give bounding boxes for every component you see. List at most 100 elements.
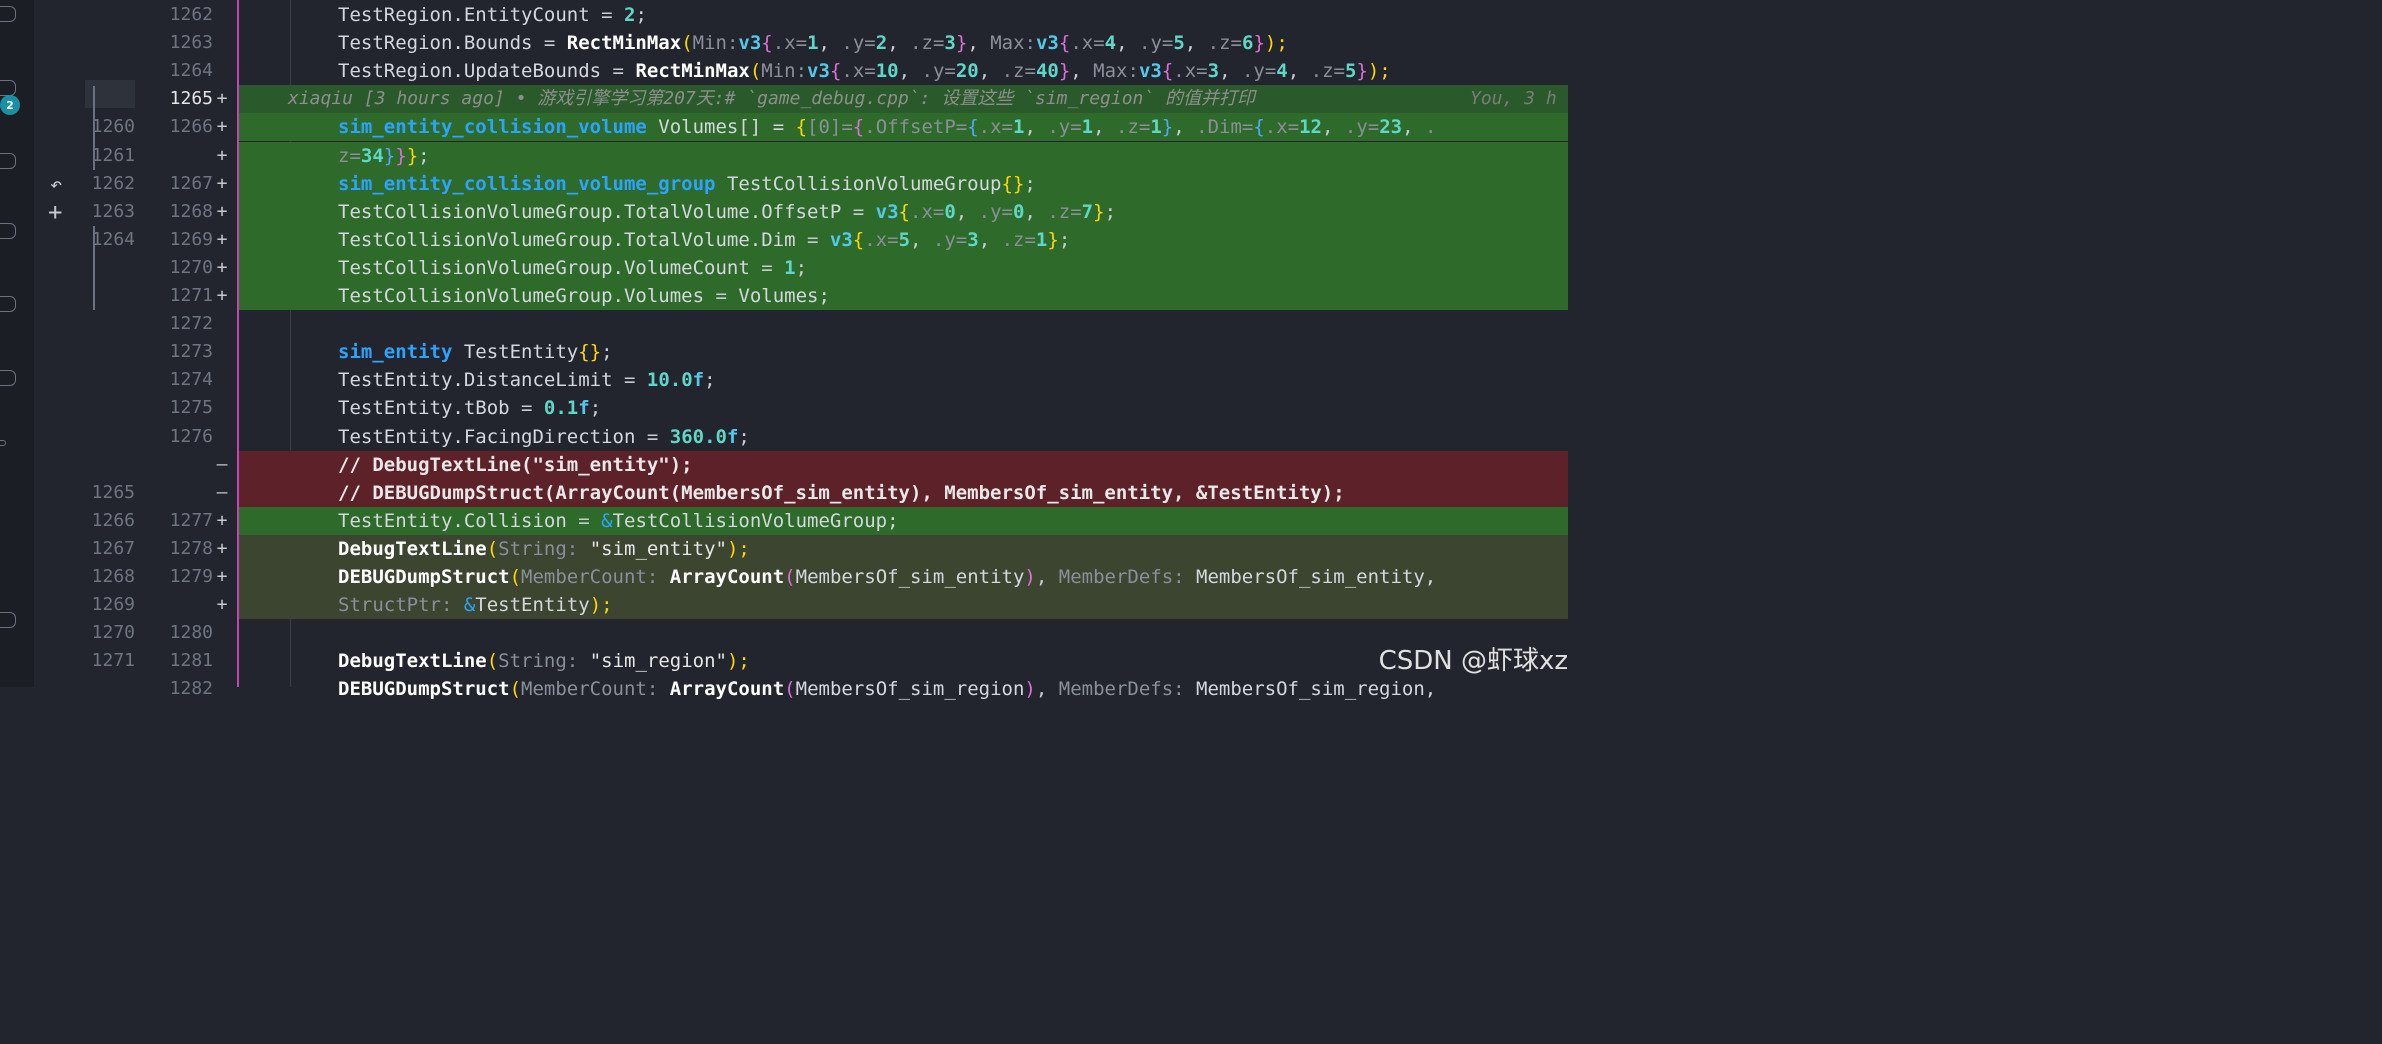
code-line[interactable]: — // DebugTextLine("sim_entity"); xyxy=(0,450,1568,479)
old-line-number: 1261 xyxy=(91,144,135,166)
code-token: 2 xyxy=(624,4,636,26)
code-token: v3 xyxy=(1138,60,1162,83)
code-token: { xyxy=(761,32,773,55)
old-line-number: 1269 xyxy=(91,594,135,616)
code-text[interactable]: sim_entity_collision_volume_group TestCo… xyxy=(338,170,1036,198)
code-line[interactable]: 1266 1277 + TestEntity.Collision = &TestCol… xyxy=(0,506,1568,535)
code-line[interactable]: 1262 TestRegion.EntityCount = 2; xyxy=(0,1,1568,29)
code-token: .z= xyxy=(1047,200,1082,223)
code-text[interactable]: TestEntity.DistanceLimit = 10.0f; xyxy=(338,366,716,394)
code-token: = xyxy=(704,285,739,307)
code-line[interactable]: 1274 TestEntity.DistanceLimit = 10.0f; xyxy=(0,366,1568,394)
code-text[interactable]: StructPtr: &TestEntity); xyxy=(338,591,613,619)
code-text[interactable]: TestCollisionVolumeGroup.VolumeCount = 1… xyxy=(338,254,807,282)
code-token: sim_entity_collision_volume_group xyxy=(338,172,716,195)
code-token: , xyxy=(898,60,922,83)
code-token: 40 xyxy=(1035,60,1059,83)
code-text[interactable]: DebugTextLine(String: "sim_region"); xyxy=(338,647,750,675)
diff-marker: + xyxy=(216,566,228,587)
code-token: , xyxy=(1024,200,1048,223)
code-token: { xyxy=(967,116,979,139)
line-background xyxy=(238,619,1568,647)
code-token: ( xyxy=(784,566,796,588)
code-token: f xyxy=(578,397,590,420)
code-token: ) xyxy=(1024,678,1036,701)
code-text[interactable]: sim_entity_collision_volume Volumes[] = … xyxy=(338,113,1436,141)
code-line[interactable]: 1265 + xiaqiu [3 hours ago] • 游戏引擎学习第207天:… xyxy=(0,85,1568,114)
code-text[interactable]: TestRegion.UpdateBounds = RectMinMax(Min… xyxy=(338,57,1391,85)
code-token: MembersOf_sim_entity xyxy=(795,566,1025,588)
code-token: ( xyxy=(681,32,693,55)
code-token: v3 xyxy=(807,60,830,83)
code-token: String: xyxy=(498,650,579,673)
code-line[interactable]: 1276 TestEntity.FacingDirection = 360.0f; xyxy=(0,423,1568,451)
code-token: & xyxy=(463,594,476,617)
code-token: } xyxy=(955,32,968,55)
code-line[interactable]: 1271 + TestCollisionVolumeGroup.Volumes = … xyxy=(0,282,1568,311)
code-text[interactable]: sim_entity TestEntity{}; xyxy=(338,338,613,366)
code-token: ; xyxy=(795,256,808,279)
code-line[interactable]: 1265 — // DEBUGDumpStruct(ArrayCount(Membe… xyxy=(0,478,1568,507)
code-text[interactable]: z=34}}}; xyxy=(338,142,430,170)
code-line[interactable]: 1261 + z=34}}}; xyxy=(0,141,1568,170)
code-line[interactable]: 1273 sim_entity TestEntity{}; xyxy=(0,338,1568,366)
code-token: .z= xyxy=(1001,228,1036,251)
code-token: = xyxy=(635,425,670,448)
code-line[interactable]: 1262 1267 + sim_entity_collision_volume_gro… xyxy=(0,169,1568,198)
code-token: , xyxy=(1184,32,1208,55)
code-text[interactable]: // DEBUGDumpStruct(ArrayCount(MembersOf_… xyxy=(338,479,1345,507)
code-token: 1 xyxy=(1150,116,1162,139)
code-token: = xyxy=(749,256,785,279)
code-text[interactable]: DebugTextLine(String: "sim_entity"); xyxy=(338,535,750,563)
code-text[interactable]: // DebugTextLine("sim_entity"); xyxy=(338,451,693,479)
code-token: MembersOf_sim_region, xyxy=(1184,678,1437,701)
code-token: Min: xyxy=(761,60,808,83)
code-text[interactable]: TestEntity.Collision = &TestCollisionVol… xyxy=(338,507,899,535)
diff-gutter-bar xyxy=(237,0,239,687)
code-line[interactable]: 1282 DEBUGDumpStruct(MemberCount: ArrayCo… xyxy=(0,675,1568,703)
code-text[interactable]: TestRegion.Bounds = RectMinMax(Min:v3{.x… xyxy=(338,29,1288,57)
code-text[interactable]: TestCollisionVolumeGroup.Volumes = Volum… xyxy=(338,282,830,310)
code-line[interactable]: 1271 1281 DebugTextLine(String: "sim_regio… xyxy=(0,647,1568,675)
code-token: .y= xyxy=(841,32,876,55)
code-line[interactable]: 1264 1269 + TestCollisionVolumeGroup.TotalV… xyxy=(0,225,1568,254)
code-token: ) xyxy=(1024,566,1036,588)
code-token: .x= xyxy=(1264,116,1300,139)
code-token: .z= xyxy=(1310,60,1345,83)
code-token: .y= xyxy=(1139,32,1174,55)
code-text[interactable]: TestCollisionVolumeGroup.TotalVolume.Off… xyxy=(338,198,1116,226)
code-line[interactable]: 1267 1278 + DebugTextLine(String: "sim_enti… xyxy=(0,534,1568,563)
diff-marker: + xyxy=(216,144,228,166)
code-token: 360.0 xyxy=(669,425,727,448)
code-line[interactable]: 1263 1268 + TestCollisionVolumeGroup.TotalV… xyxy=(0,197,1568,226)
code-text[interactable]: TestEntity.tBob = 0.1f; xyxy=(338,394,601,422)
code-token: , xyxy=(818,32,842,55)
code-token: 5 xyxy=(1344,60,1357,83)
code-text[interactable]: TestCollisionVolumeGroup.TotalVolume.Dim… xyxy=(338,226,1070,254)
code-line[interactable]: 1264 TestRegion.UpdateBounds = RectMinMax… xyxy=(0,57,1568,85)
code-token: Max: xyxy=(990,32,1036,55)
code-line[interactable]: 1269 + StructPtr: &TestEntity); xyxy=(0,591,1568,620)
code-line[interactable]: 1275 TestEntity.tBob = 0.1f; xyxy=(0,394,1568,422)
new-line-number: 1269 xyxy=(169,228,213,250)
code-text[interactable]: DEBUGDumpStruct(MemberCount: ArrayCount(… xyxy=(338,675,1436,703)
code-text[interactable]: TestRegion.EntityCount = 2; xyxy=(338,1,647,29)
code-token: } xyxy=(1058,60,1071,83)
code-token: v3 xyxy=(738,32,762,55)
code-line[interactable]: 1272 xyxy=(0,310,1568,338)
code-text[interactable]: DEBUGDumpStruct(MemberCount: ArrayCount(… xyxy=(338,563,1436,591)
code-token: {} xyxy=(1001,172,1025,195)
code-token: ; xyxy=(1058,228,1071,251)
code-line[interactable]: 1270 1280 xyxy=(0,619,1568,647)
old-line-number: 1266 xyxy=(91,509,135,531)
code-token: MembersOf_sim_entity, xyxy=(1184,566,1437,588)
code-line[interactable]: 1260 1266 + sim_entity_collision_volume Vol… xyxy=(0,113,1568,142)
code-line[interactable]: 1263 TestRegion.Bounds = RectMinMax(Min:v… xyxy=(0,29,1568,57)
code-token: .OffsetP= xyxy=(864,116,968,139)
diff-marker: + xyxy=(216,285,228,306)
code-token: , xyxy=(1219,60,1242,83)
code-line[interactable]: 1268 1279 + DEBUGDumpStruct(MemberCount: Ar… xyxy=(0,563,1568,592)
code-token: .y= xyxy=(932,228,968,251)
code-line[interactable]: 1270 + TestCollisionVolumeGroup.VolumeCoun… xyxy=(0,253,1568,282)
code-text[interactable]: TestEntity.FacingDirection = 360.0f; xyxy=(338,423,750,451)
